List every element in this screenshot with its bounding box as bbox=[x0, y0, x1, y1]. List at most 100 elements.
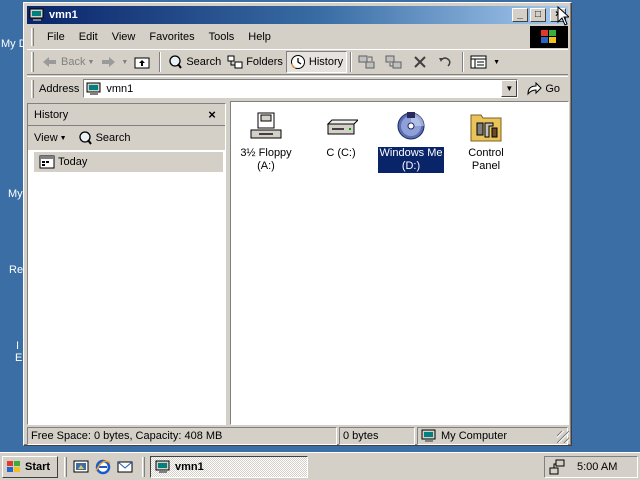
search-icon bbox=[78, 131, 92, 145]
network-icon[interactable] bbox=[549, 459, 565, 475]
quicklaunch-outlook-express[interactable] bbox=[114, 456, 136, 478]
status-size: 0 bytes bbox=[339, 427, 415, 445]
desktop-label-my-computer[interactable]: My bbox=[8, 188, 23, 200]
views-dropdown-icon[interactable]: ▼ bbox=[493, 59, 500, 66]
drive-label: 3½ Floppy (A:) bbox=[240, 147, 292, 172]
quicklaunch-internet-explorer[interactable] bbox=[92, 456, 114, 478]
move-to-icon bbox=[358, 55, 375, 69]
start-label: Start bbox=[25, 460, 51, 473]
history-button[interactable]: History bbox=[285, 51, 348, 73]
history-toolbar: View ▼ Search bbox=[28, 126, 225, 150]
forward-button[interactable]: ▼ bbox=[97, 51, 131, 73]
calendar-icon bbox=[39, 155, 55, 169]
drive-floppy-a[interactable]: 3½ Floppy (A:) bbox=[232, 110, 300, 173]
status-zone-label: My Computer bbox=[441, 430, 508, 442]
history-label: History bbox=[308, 56, 344, 68]
internet-explorer-icon bbox=[95, 459, 111, 474]
address-dropdown-icon[interactable]: ▼ bbox=[501, 80, 518, 97]
drive-label: Windows Me (D:) bbox=[377, 147, 445, 173]
control-panel-icon bbox=[469, 110, 503, 144]
views-icon bbox=[470, 55, 487, 69]
file-view: 3½ Floppy (A:) C (C:) Windows Me (D:) Co… bbox=[230, 101, 569, 425]
menubar-grip[interactable] bbox=[31, 28, 34, 46]
menu-help[interactable]: Help bbox=[241, 29, 278, 45]
computer-icon bbox=[421, 429, 436, 442]
desktop-label-recycle-bin[interactable]: Re bbox=[9, 264, 23, 276]
go-button[interactable]: Go bbox=[526, 81, 561, 96]
views-button[interactable]: ▼ bbox=[467, 51, 503, 73]
status-zone: My Computer bbox=[417, 427, 568, 445]
address-input[interactable]: vmn1 ▼ bbox=[83, 79, 519, 98]
back-arrow-icon bbox=[43, 57, 56, 67]
history-search-label: Search bbox=[95, 132, 131, 144]
folders-icon bbox=[227, 55, 243, 69]
control-panel[interactable]: Control Panel bbox=[451, 110, 521, 173]
history-search-button[interactable]: Search bbox=[77, 130, 131, 146]
folders-button[interactable]: Folders bbox=[224, 51, 286, 73]
history-pane-header: History × bbox=[28, 104, 225, 126]
go-label: Go bbox=[545, 82, 561, 95]
tasks-grip[interactable] bbox=[142, 456, 145, 477]
status-bar: Free Space: 0 bytes, Capacity: 408 MB 0 … bbox=[27, 427, 568, 445]
desktop-label-internet-explorer-2[interactable]: E bbox=[15, 352, 22, 364]
move-to-button[interactable] bbox=[355, 51, 382, 73]
mouse-cursor-icon bbox=[557, 6, 569, 26]
addressbar-grip[interactable] bbox=[31, 79, 34, 98]
maximize-button[interactable]: □ bbox=[530, 8, 546, 22]
task-button-vmn1[interactable]: vmn1 bbox=[150, 455, 308, 478]
undo-icon bbox=[439, 57, 451, 67]
standard-toolbar: Back ▼ ▼ Search Folders History ▼ bbox=[27, 49, 568, 75]
window-title: vmn1 bbox=[49, 9, 78, 21]
computer-icon bbox=[29, 8, 44, 21]
start-button[interactable]: Start bbox=[2, 455, 58, 478]
menu-tools[interactable]: Tools bbox=[202, 29, 242, 45]
back-dropdown-icon[interactable]: ▼ bbox=[87, 59, 94, 66]
forward-arrow-icon bbox=[102, 57, 116, 67]
search-button[interactable]: Search bbox=[164, 51, 224, 73]
system-tray: 5:00 AM bbox=[544, 456, 638, 478]
forward-dropdown-icon[interactable]: ▼ bbox=[121, 59, 128, 66]
toolbar-separator bbox=[159, 52, 162, 72]
quicklaunch-show-desktop[interactable] bbox=[70, 456, 92, 478]
desktop-label-internet-explorer[interactable]: I bbox=[16, 340, 19, 352]
copy-to-icon bbox=[385, 55, 402, 69]
folders-label: Folders bbox=[246, 56, 283, 68]
hard-drive-icon bbox=[324, 110, 358, 144]
status-free-space: Free Space: 0 bytes, Capacity: 408 MB bbox=[27, 427, 337, 445]
toolbar-grip[interactable] bbox=[31, 52, 34, 72]
up-folder-button[interactable] bbox=[131, 51, 156, 73]
minimize-button[interactable]: _ bbox=[512, 8, 528, 22]
mail-icon bbox=[117, 461, 133, 472]
delete-button[interactable] bbox=[409, 51, 434, 73]
delete-icon bbox=[414, 56, 426, 68]
go-arrow-icon bbox=[527, 81, 543, 96]
menu-view[interactable]: View bbox=[105, 29, 143, 45]
history-view-button[interactable]: View ▼ bbox=[34, 132, 67, 144]
title-bar[interactable]: vmn1 _ □ × bbox=[27, 6, 568, 24]
undo-button[interactable] bbox=[434, 51, 459, 73]
cd-drive-icon bbox=[394, 110, 428, 144]
quicklaunch-grip[interactable] bbox=[64, 456, 67, 477]
toolbar-separator bbox=[462, 52, 465, 72]
close-icon[interactable]: × bbox=[205, 107, 219, 122]
windows-logo-icon bbox=[7, 460, 20, 472]
copy-to-button[interactable] bbox=[382, 51, 409, 73]
history-pane: History × View ▼ Search Today bbox=[27, 103, 226, 425]
resize-grip[interactable] bbox=[557, 431, 569, 443]
menu-favorites[interactable]: Favorites bbox=[142, 29, 201, 45]
clock[interactable]: 5:00 AM bbox=[577, 461, 617, 473]
address-label: Address bbox=[39, 82, 80, 95]
search-label: Search bbox=[186, 56, 222, 68]
history-item-today[interactable]: Today bbox=[34, 152, 223, 172]
back-button[interactable]: Back ▼ bbox=[39, 51, 97, 73]
history-icon bbox=[290, 55, 305, 69]
drive-d-cd[interactable]: Windows Me (D:) bbox=[377, 110, 445, 173]
drive-label: C (C:) bbox=[326, 147, 356, 159]
drive-c[interactable]: C (C:) bbox=[307, 110, 375, 160]
task-label: vmn1 bbox=[175, 460, 204, 473]
show-desktop-icon bbox=[73, 460, 89, 472]
drive-label: Control Panel bbox=[468, 147, 504, 172]
history-pane-title: History bbox=[34, 108, 69, 121]
menu-file[interactable]: File bbox=[40, 29, 72, 45]
menu-edit[interactable]: Edit bbox=[72, 29, 105, 45]
